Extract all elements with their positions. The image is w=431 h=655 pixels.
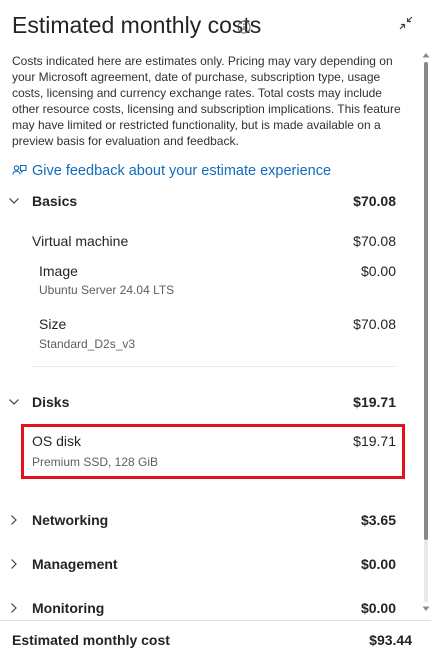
scroll-up-icon[interactable] xyxy=(422,52,430,58)
info-icon[interactable] xyxy=(237,20,251,34)
section-monitoring[interactable]: Monitoring $0.00 xyxy=(0,597,405,618)
panel-header: Estimated monthly costs xyxy=(12,10,423,44)
section-monitoring-label: Monitoring xyxy=(32,600,105,616)
section-basics-amount: $70.08 xyxy=(353,193,396,209)
size-detail: Standard_D2s_v3 xyxy=(39,337,136,351)
virtual-machine-label: Virtual machine xyxy=(32,233,129,249)
section-basics-label: Basics xyxy=(32,193,78,209)
section-disks[interactable]: Disks $19.71 xyxy=(0,391,405,413)
estimated-costs-panel: Estimated monthly costs Costs indicated … xyxy=(0,0,431,655)
collapse-icon[interactable] xyxy=(399,16,413,30)
image-label: Image xyxy=(39,263,78,279)
disclaimer-text: Costs indicated here are estimates only.… xyxy=(12,54,401,148)
section-networking-label: Networking xyxy=(32,512,109,528)
panel-title: Estimated monthly costs xyxy=(12,12,262,38)
virtual-machine-amount: $70.08 xyxy=(353,233,396,249)
total-amount: $93.44 xyxy=(369,632,412,648)
size-label: Size xyxy=(39,316,67,332)
image-detail: Ubuntu Server 24.04 LTS xyxy=(39,283,175,297)
vertical-scrollbar[interactable] xyxy=(421,48,431,618)
cost-details-scroll-area[interactable]: Costs indicated here are estimates only.… xyxy=(0,48,431,618)
chevron-right-icon[interactable] xyxy=(8,602,20,614)
section-management-label: Management xyxy=(32,556,118,572)
section-networking-amount: $3.65 xyxy=(360,512,396,528)
feedback-link-label[interactable]: Give feedback about your estimate experi… xyxy=(32,163,331,179)
size-amount: $70.08 xyxy=(353,316,396,332)
section-management[interactable]: Management $0.00 xyxy=(0,553,405,575)
chevron-right-icon[interactable] xyxy=(8,514,20,526)
section-disks-amount: $19.71 xyxy=(353,394,396,410)
section-basics[interactable]: Basics $70.08 xyxy=(0,190,405,212)
section-disks-label: Disks xyxy=(32,394,70,410)
chevron-down-icon[interactable] xyxy=(8,195,20,207)
os-disk-highlight xyxy=(21,424,405,479)
feedback-link[interactable]: Give feedback about your estimate experi… xyxy=(12,161,331,181)
section-networking[interactable]: Networking $3.65 xyxy=(0,509,405,531)
total-footer: Estimated monthly cost $93.44 xyxy=(0,620,431,655)
feedback-icon xyxy=(12,164,27,175)
total-label: Estimated monthly cost xyxy=(12,632,170,648)
chevron-right-icon[interactable] xyxy=(8,558,20,570)
scroll-down-icon[interactable] xyxy=(422,606,430,612)
chevron-down-icon[interactable] xyxy=(8,396,20,408)
image-amount: $0.00 xyxy=(360,263,396,279)
section-management-amount: $0.00 xyxy=(360,556,396,572)
scrollbar-thumb[interactable] xyxy=(424,62,428,540)
section-divider xyxy=(32,366,396,367)
section-monitoring-amount: $0.00 xyxy=(360,600,396,616)
